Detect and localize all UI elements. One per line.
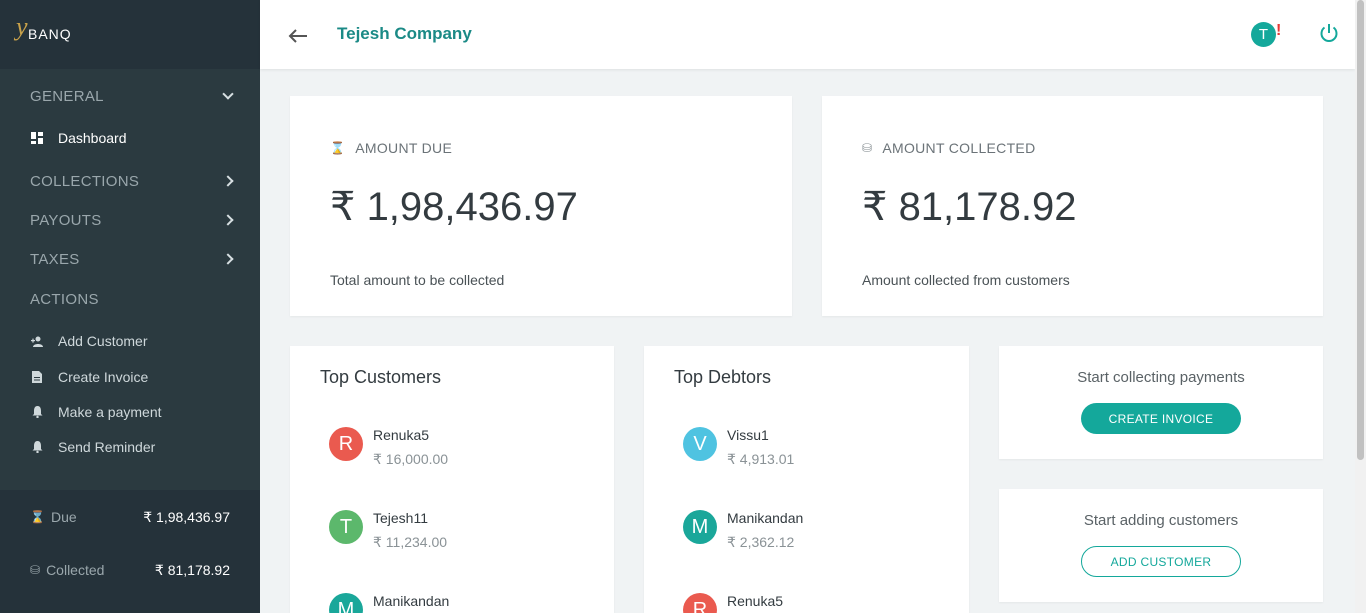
avatar: T — [329, 510, 363, 544]
section-general[interactable]: GENERAL — [0, 82, 260, 112]
customer-amount: ₹ 16,000.00 — [373, 451, 449, 467]
sidebar-item-send-reminder[interactable]: Send Reminder — [30, 439, 155, 455]
top-customers-title: Top Customers — [320, 367, 442, 387]
hourglass-icon: ⌛ — [330, 141, 346, 155]
sidebar-item-add-customer-label: Add Customer — [58, 333, 148, 349]
sidebar-item-add-customer[interactable]: Add Customer — [30, 333, 147, 349]
sidebar-summary: ⌛ Due ₹ 1,98,436.97 ⛁ Collected ₹ 81,178… — [0, 490, 260, 613]
page-scrollbar[interactable] — [1355, 0, 1366, 613]
back-arrow-icon[interactable] — [288, 24, 308, 50]
sidebar-item-dashboard[interactable]: Dashboard — [30, 130, 127, 146]
amount-collected-card: ⛁ AMOUNT COLLECTED ₹ 81,178.92 Amount co… — [822, 96, 1323, 316]
sidebar-item-send-reminder-label: Send Reminder — [58, 439, 156, 455]
section-collections[interactable]: COLLECTIONS — [0, 167, 260, 197]
list-item[interactable]: M Manikandan — [329, 593, 609, 613]
document-icon — [30, 370, 44, 384]
chevron-right-icon — [222, 253, 234, 265]
customer-name: Manikandan — [373, 593, 450, 609]
company-name[interactable]: Tejesh Company — [337, 24, 472, 44]
amount-collected-progress — [862, 254, 1283, 258]
chevron-right-icon — [222, 214, 234, 226]
top-customers-card: Top Customers R Renuka5 ₹ 16,000.00 T Te… — [290, 346, 614, 613]
amount-due-value: ₹ 1,98,436.97 — [330, 185, 578, 229]
amount-due-progress — [330, 254, 752, 258]
section-collections-label: COLLECTIONS — [30, 173, 140, 190]
debtor-name: Manikandan — [727, 510, 804, 526]
debtor-name: Vissu1 — [727, 427, 769, 443]
customer-name: Renuka5 — [373, 427, 430, 443]
list-item[interactable]: M Manikandan ₹ 2,362.12 — [683, 510, 963, 550]
section-payouts-label: PAYOUTS — [30, 212, 102, 229]
avatar: M — [683, 510, 717, 544]
avatar: R — [683, 593, 717, 613]
list-item[interactable]: R Renuka5 — [683, 593, 963, 613]
section-payouts[interactable]: PAYOUTS — [0, 206, 260, 236]
logo-mark: y — [16, 11, 29, 41]
database-icon: ⛁ — [30, 563, 41, 577]
debtor-amount: ₹ 2,362.12 — [727, 534, 795, 550]
top-debtors-title: Top Debtors — [674, 367, 772, 387]
due-value: ₹ 1,98,436.97 — [143, 509, 230, 525]
amount-collected-value: ₹ 81,178.92 — [862, 185, 1077, 229]
customer-name: Tejesh11 — [373, 510, 429, 526]
debtor-name: Renuka5 — [727, 593, 784, 609]
add-customers-title: Start adding customers — [1083, 512, 1239, 529]
debtor-amount: ₹ 4,913.01 — [727, 451, 795, 467]
list-item[interactable]: V Vissu1 ₹ 4,913.01 — [683, 427, 963, 467]
sidebar: y BANQ GENERAL Dashboard COLLECTIONS PAY… — [0, 0, 260, 613]
sidebar-item-make-payment-label: Make a payment — [58, 404, 162, 420]
amount-due-header: ⌛ AMOUNT DUE — [330, 140, 452, 156]
scrollbar-thumb[interactable] — [1357, 0, 1364, 460]
avatar: R — [329, 427, 363, 461]
due-summary: ⌛ Due ₹ 1,98,436.97 — [30, 509, 230, 525]
chevron-down-icon — [222, 88, 234, 100]
add-customer-button[interactable]: ADD CUSTOMER — [1081, 546, 1241, 577]
amount-due-label: AMOUNT DUE — [355, 140, 453, 156]
list-item[interactable]: R Renuka5 ₹ 16,000.00 — [329, 427, 609, 467]
top-header: Tejesh Company T ! — [260, 0, 1355, 69]
collected-summary: ⛁ Collected ₹ 81,178.92 — [30, 562, 230, 578]
alert-icon[interactable]: ! — [1276, 22, 1281, 40]
section-taxes-label: TAXES — [30, 251, 80, 268]
top-debtors-card: Top Debtors V Vissu1 ₹ 4,913.01 M Manika… — [644, 346, 969, 613]
due-progress-bar — [30, 536, 230, 540]
customer-amount: ₹ 11,234.00 — [373, 534, 448, 550]
list-item[interactable]: T Tejesh11 ₹ 11,234.00 — [329, 510, 609, 550]
add-customers-card: Start adding customers ADD CUSTOMER — [999, 489, 1323, 602]
collected-progress-bar — [30, 589, 230, 593]
brand: y BANQ — [0, 0, 260, 69]
chevron-right-icon — [222, 175, 234, 187]
database-icon: ⛁ — [862, 141, 873, 155]
sidebar-item-dashboard-label: Dashboard — [58, 130, 127, 146]
avatar: M — [329, 593, 363, 613]
power-icon[interactable] — [1318, 22, 1340, 44]
collected-value: ₹ 81,178.92 — [154, 562, 230, 578]
create-invoice-button[interactable]: CREATE INVOICE — [1081, 403, 1241, 434]
bell-icon — [30, 440, 44, 454]
sidebar-item-create-invoice-label: Create Invoice — [58, 369, 149, 385]
sidebar-item-make-payment[interactable]: Make a payment — [30, 404, 162, 420]
bell-icon — [30, 405, 44, 419]
section-general-label: GENERAL — [30, 88, 104, 105]
collect-payments-title: Start collecting payments — [1077, 369, 1245, 386]
amount-due-card: ⌛ AMOUNT DUE ₹ 1,98,436.97 Total amount … — [290, 96, 792, 316]
collected-label-text: Collected — [46, 562, 105, 578]
hourglass-icon: ⌛ — [30, 510, 45, 524]
user-avatar[interactable]: T — [1251, 22, 1276, 47]
section-taxes[interactable]: TAXES — [0, 245, 260, 275]
amount-due-subtitle: Total amount to be collected — [330, 272, 505, 288]
amount-collected-label: AMOUNT COLLECTED — [882, 140, 1036, 156]
dashboard-icon — [30, 131, 44, 145]
amount-collected-header: ⛁ AMOUNT COLLECTED — [862, 140, 1035, 156]
avatar: V — [683, 427, 717, 461]
brand-logo[interactable]: y BANQ — [16, 12, 72, 44]
section-actions-label: ACTIONS — [30, 291, 99, 308]
add-user-icon — [30, 334, 44, 348]
amount-collected-subtitle: Amount collected from customers — [862, 272, 1070, 288]
due-label-text: Due — [50, 509, 77, 525]
sidebar-item-create-invoice[interactable]: Create Invoice — [30, 369, 148, 385]
collect-payments-card: Start collecting payments CREATE INVOICE — [999, 346, 1323, 459]
